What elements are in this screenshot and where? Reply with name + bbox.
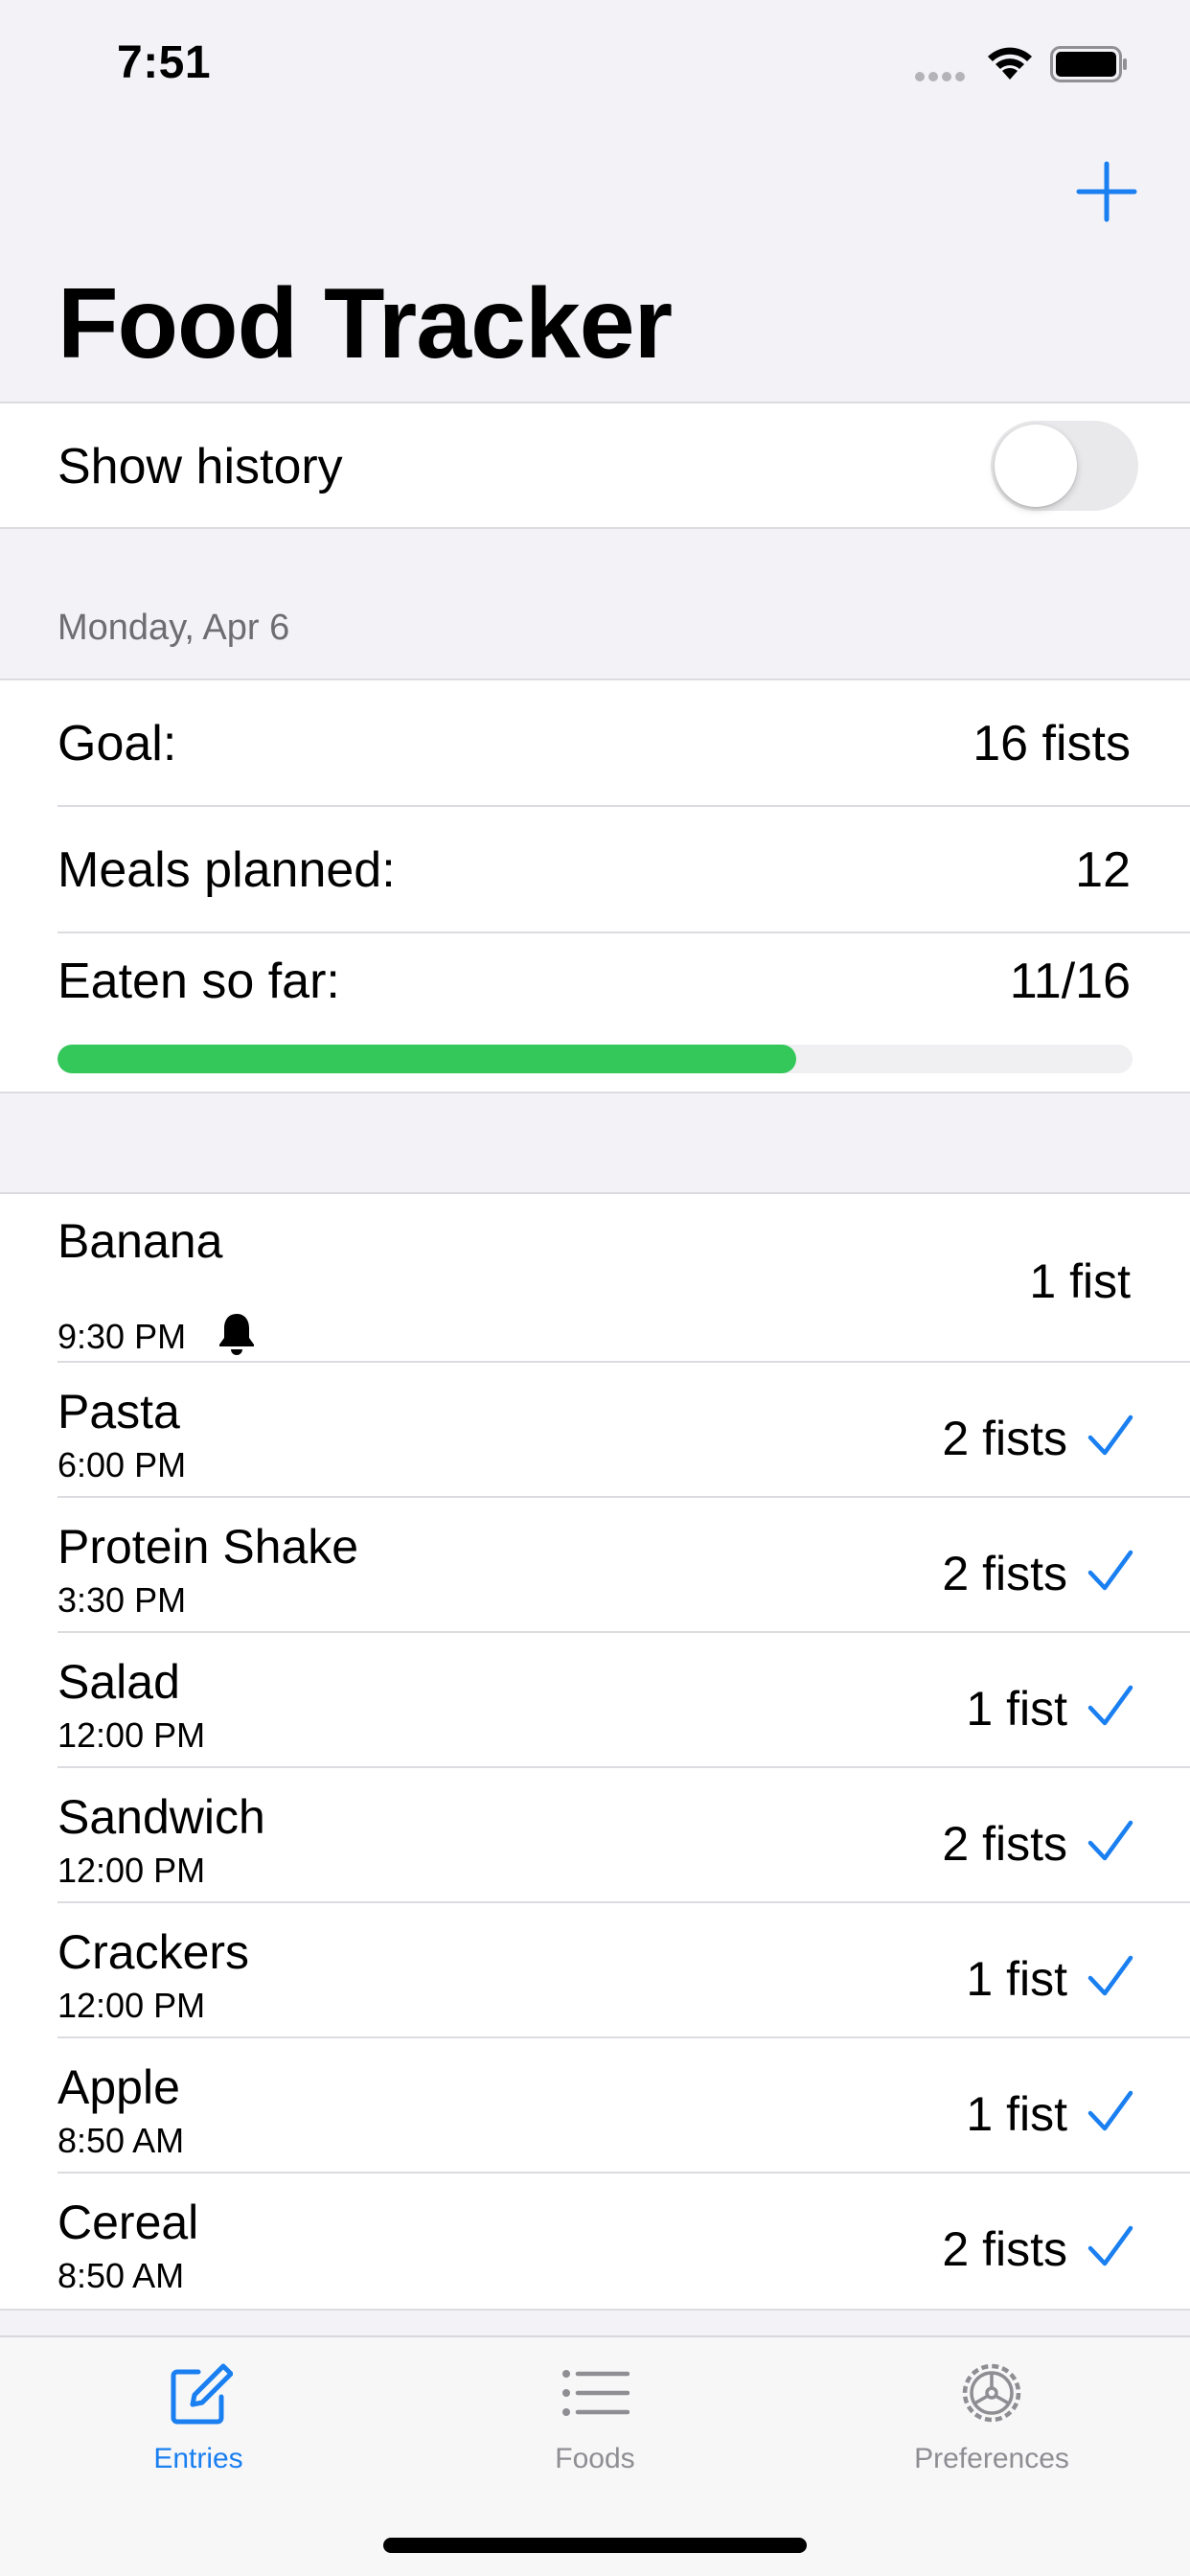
checkmark-icon[interactable] xyxy=(1087,1953,1134,1999)
meal-name: Pasta xyxy=(57,1385,180,1438)
planned-row: Meals planned: 12 xyxy=(0,807,1190,933)
eaten-value: 11/16 xyxy=(1009,954,1131,1009)
meal-name: Salad xyxy=(57,1655,180,1709)
compose-icon xyxy=(171,2363,233,2425)
meal-time: 12:00 PM xyxy=(57,1851,206,1890)
gear-icon xyxy=(962,2363,1021,2423)
meal-list: Banana 9:30 PM 1 fist Pasta 6:00 PM 2 fists Pr… xyxy=(0,1192,1190,2311)
meal-time: 6:00 PM xyxy=(57,1445,187,1484)
meal-time: 9:30 PM xyxy=(57,1317,187,1356)
checkmark-icon[interactable] xyxy=(1087,1548,1134,1594)
show-history-toggle[interactable] xyxy=(991,421,1138,511)
meal-name: Sandwich xyxy=(57,1790,265,1844)
meal-quantity: 1 fist xyxy=(966,1682,1067,1736)
meal-name: Banana xyxy=(57,1214,223,1268)
status-time: 7:51 xyxy=(117,37,212,88)
meal-name: Cereal xyxy=(57,2196,199,2249)
wifi-icon xyxy=(988,47,1032,80)
checkmark-icon[interactable] xyxy=(1087,1683,1134,1729)
meal-name: Protein Shake xyxy=(57,1520,359,1574)
meal-quantity: 1 fist xyxy=(1029,1254,1131,1308)
battery-icon xyxy=(1050,46,1127,82)
tab-foods[interactable]: Foods xyxy=(397,2337,793,2491)
meal-name: Crackers xyxy=(57,1925,250,1979)
meal-time: 12:00 PM xyxy=(57,1986,206,2025)
meal-quantity: 2 fists xyxy=(942,1547,1067,1600)
meal-quantity: 2 fists xyxy=(942,2222,1067,2276)
meal-time: 8:50 AM xyxy=(57,2256,185,2295)
meal-row[interactable]: Sandwich 12:00 PM 2 fists xyxy=(0,1768,1190,1903)
show-history-label: Show history xyxy=(57,439,343,494)
day-header: Monday, Apr 6 xyxy=(57,608,290,648)
show-history-row: Show history xyxy=(0,403,1190,527)
meal-row[interactable]: Protein Shake 3:30 PM 2 fists xyxy=(0,1498,1190,1633)
meal-row[interactable]: Apple 8:50 AM 1 fist xyxy=(0,2038,1190,2174)
meal-time: 8:50 AM xyxy=(57,2121,185,2160)
meal-quantity: 2 fists xyxy=(942,1412,1067,1465)
meal-row[interactable]: Pasta 6:00 PM 2 fists xyxy=(0,1363,1190,1498)
list-icon xyxy=(562,2370,629,2416)
settings-group: Show history xyxy=(0,402,1190,529)
checkmark-icon[interactable] xyxy=(1087,2088,1134,2134)
checkmark-icon[interactable] xyxy=(1087,1413,1134,1459)
eaten-label: Eaten so far: xyxy=(57,954,340,1009)
planned-value: 12 xyxy=(1075,842,1131,898)
meal-row[interactable]: Crackers 12:00 PM 1 fist xyxy=(0,1903,1190,2038)
tab-label: Entries xyxy=(153,2443,243,2474)
meal-row[interactable]: Cereal 8:50 AM 2 fists xyxy=(0,2174,1190,2309)
meal-quantity: 1 fist xyxy=(966,2087,1067,2141)
add-button[interactable] xyxy=(1073,158,1140,225)
status-bar: 7:51 xyxy=(0,0,1190,126)
progress-fill xyxy=(57,1045,797,1073)
meal-row[interactable]: Salad 12:00 PM 1 fist xyxy=(0,1633,1190,1768)
bell-icon[interactable] xyxy=(217,1311,257,1355)
page-title: Food Tracker xyxy=(57,268,673,380)
planned-label: Meals planned: xyxy=(57,842,396,898)
meal-name: Apple xyxy=(57,2060,180,2114)
goal-row: Goal: 16 fists xyxy=(0,680,1190,807)
tab-preferences[interactable]: Preferences xyxy=(793,2337,1190,2491)
meal-row[interactable]: Banana 9:30 PM 1 fist xyxy=(0,1194,1190,1363)
meal-time: 3:30 PM xyxy=(57,1580,187,1620)
meal-time: 12:00 PM xyxy=(57,1715,206,1755)
tab-entries[interactable]: Entries xyxy=(0,2337,397,2491)
cellular-signal-icon xyxy=(915,69,973,82)
goal-label: Goal: xyxy=(57,716,177,771)
checkmark-icon[interactable] xyxy=(1087,2223,1134,2269)
checkmark-icon[interactable] xyxy=(1087,1818,1134,1864)
summary-group: Goal: 16 fists Meals planned: 12 Eaten s… xyxy=(0,678,1190,1093)
progress-bar xyxy=(57,1045,1133,1073)
toggle-knob xyxy=(995,425,1077,507)
meal-quantity: 1 fist xyxy=(966,1952,1067,2006)
tab-label: Preferences xyxy=(914,2443,1069,2474)
tab-label: Foods xyxy=(555,2443,635,2474)
goal-value: 16 fists xyxy=(973,716,1131,771)
home-indicator[interactable] xyxy=(383,2538,807,2553)
meal-quantity: 2 fists xyxy=(942,1817,1067,1871)
